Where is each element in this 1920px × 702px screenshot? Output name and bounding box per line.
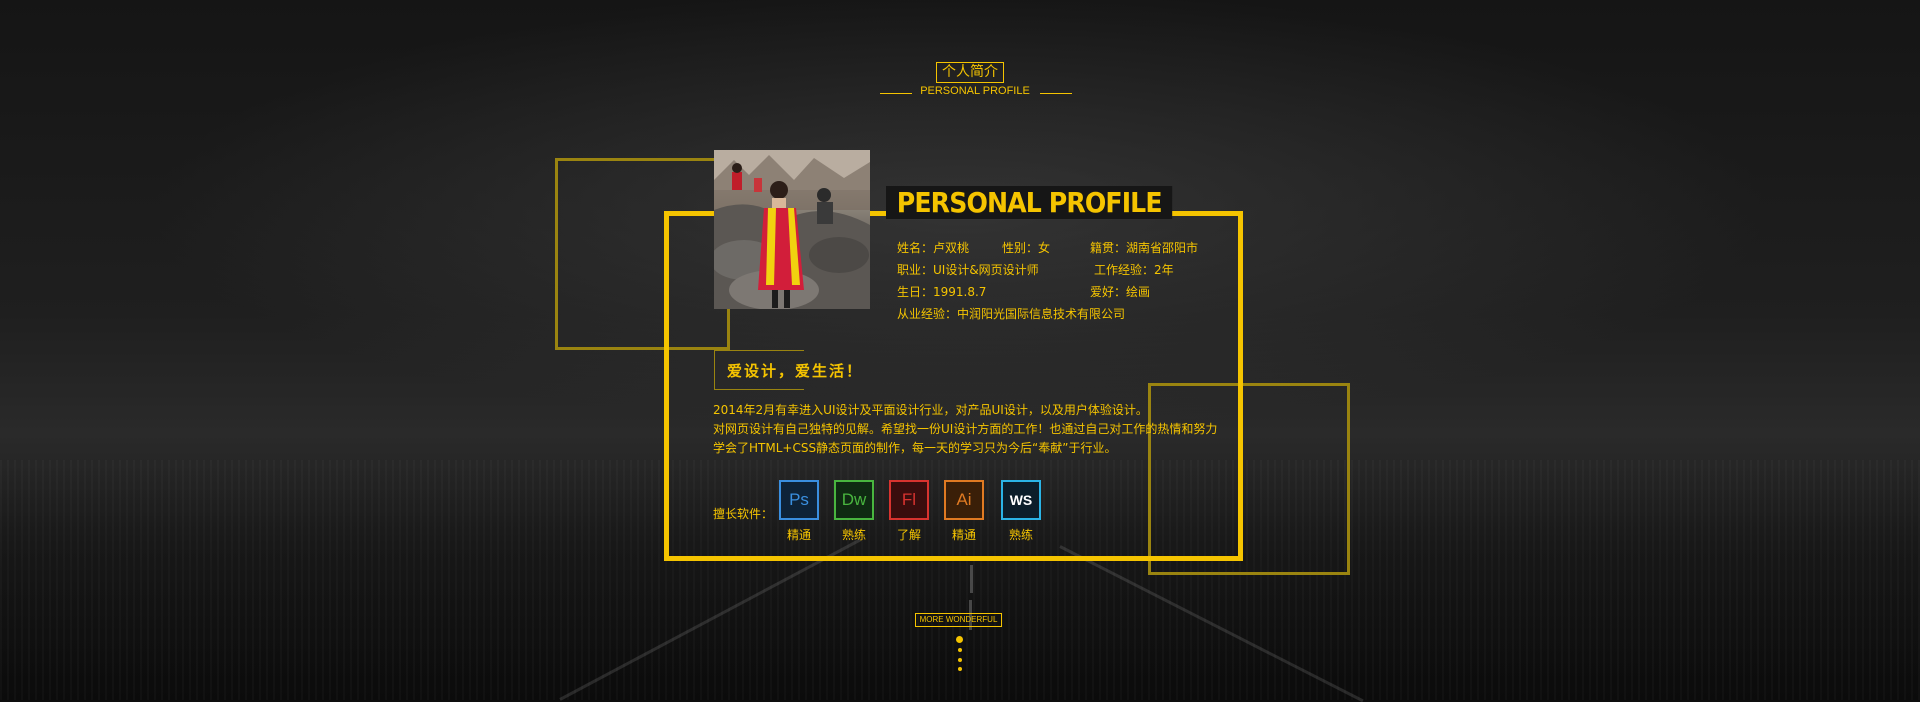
motto: 爱设计，爱生活！ xyxy=(727,362,864,380)
flash-icon: Fl xyxy=(889,480,929,520)
illustrator-icon: Ai xyxy=(944,480,984,520)
skill-photoshop: Ps 精通 xyxy=(777,480,821,543)
info-hometown: 籍贯：湖南省邵阳市 xyxy=(1090,241,1199,255)
skill-flash: Fl 了解 xyxy=(887,480,931,543)
skill-level: 精通 xyxy=(951,528,976,542)
skills-label: 擅长软件： xyxy=(713,507,774,521)
intro-line-1: 2014年2月有幸进入UI设计及平面设计行业，对产品UI设计，以及用户体验设计。 xyxy=(713,403,1148,417)
more-wonderful-button[interactable]: MORE WONDERFUL xyxy=(915,613,1002,627)
info-gender: 性别：女 xyxy=(1002,241,1051,255)
scroll-dot xyxy=(956,636,963,643)
dreamweaver-icon: Dw xyxy=(834,480,874,520)
info-birthday: 生日：1991.8.7 xyxy=(897,285,987,299)
skill-dreamweaver: Dw 熟练 xyxy=(832,480,876,543)
skill-level: 精通 xyxy=(786,528,811,542)
scroll-dot xyxy=(958,648,962,652)
intro-line-3: 学会了HTML+CSS静态页面的制作，每一天的学习只为今后“奉献”于行业。 xyxy=(713,441,1117,455)
divider-right xyxy=(1040,93,1072,94)
scroll-dot xyxy=(958,658,962,662)
info-name: 姓名：卢双桃 xyxy=(897,241,970,255)
photo-illustration xyxy=(714,150,870,309)
photoshop-icon: Ps xyxy=(779,480,819,520)
skill-level: 熟练 xyxy=(841,528,866,542)
scroll-dot xyxy=(958,667,962,671)
info-company: 从业经验：中润阳光国际信息技术有限公司 xyxy=(897,307,1126,321)
road-center-line xyxy=(970,565,973,593)
skill-illustrator: Ai 精通 xyxy=(942,480,986,543)
intro-line-2: 对网页设计有自己独特的见解。希望找一份UI设计方面的工作！也通过自己对工作的热情… xyxy=(713,422,1218,436)
webstorm-icon: WS xyxy=(1001,480,1041,520)
info-experience: 工作经验：2年 xyxy=(1094,263,1174,277)
section-title: 个人简介 xyxy=(936,62,1004,83)
skill-level: 了解 xyxy=(896,528,921,542)
skill-webstorm: WS 熟练 xyxy=(999,480,1043,543)
skill-level: 熟练 xyxy=(1008,528,1033,542)
profile-heading: PERSONAL PROFILE xyxy=(886,186,1173,219)
info-hobby: 爱好：绘画 xyxy=(1090,285,1151,299)
profile-photo xyxy=(714,150,870,309)
info-job: 职业：UI设计&网页设计师 xyxy=(897,263,1039,277)
section-subtitle: PERSONAL PROFILE xyxy=(920,85,1030,97)
